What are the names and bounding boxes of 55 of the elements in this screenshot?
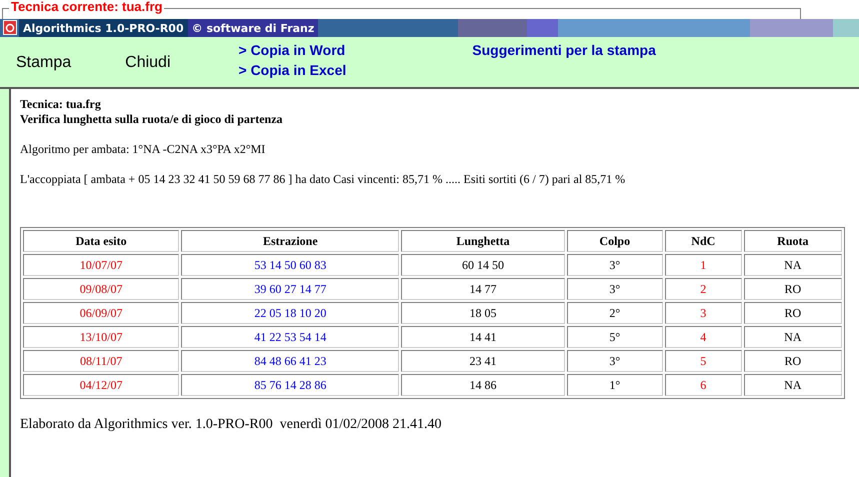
algorithm-text: Algoritmo per ambata: 1°NA -C2NA x3°PA x2°MI [20, 142, 266, 157]
copy-link[interactable]: > Copia in Excel [238, 61, 346, 79]
table-cell: 3° [566, 350, 663, 372]
report-heading: Tecnica: tua.frg [20, 97, 102, 112]
frame-legend: Tecnica corrente: tua.frg [9, 0, 164, 15]
credit-text: © software di Franz [188, 19, 318, 37]
table-cell: 2° [566, 302, 663, 324]
app-title: Algorithmics 1.0-PRO-R00 [19, 19, 188, 37]
column-header: NdC [664, 230, 742, 252]
column-header: Data esito [23, 230, 180, 252]
footer-text: Elaborato da Algorithmics ver. 1.0-PRO-R00 venerdì 01/02/2008 21.41.40 [20, 417, 443, 433]
report-heading: Verifica lunghetta sulla ruota/e di gioco di partenza [20, 112, 284, 127]
table-cell: NA [744, 326, 842, 348]
table-cell: 4 [664, 326, 742, 348]
table-cell: 14 86 [401, 374, 565, 396]
table-cell: 14 77 [401, 278, 565, 300]
table-cell: 18 05 [401, 302, 565, 324]
table-cell: 14 41 [401, 326, 565, 348]
table-cell: 13/10/07 [23, 326, 180, 348]
summary-text: L'accoppiata [ ambata + 05 14 23 32 41 50 59 68 77 86 ] ha dato Casi vincenti: 85,71 % ..... Esiti sortiti (6 / 7) pari al 85,71 % [20, 172, 626, 187]
table-cell: 3° [566, 254, 663, 276]
table-cell: 3 [664, 302, 742, 324]
table-cell: 41 22 53 54 14 [181, 326, 400, 348]
table-cell: 84 48 66 41 23 [181, 350, 400, 372]
column-header: Estrazione [181, 230, 400, 252]
close-button[interactable]: Chiudi [125, 53, 170, 73]
table-cell: 09/08/07 [23, 278, 180, 300]
table-cell: RO [744, 302, 842, 324]
table-cell: NA [744, 254, 842, 276]
table-cell: 1° [566, 374, 663, 396]
table-cell: 06/09/07 [23, 302, 180, 324]
print-tips-link[interactable]: Suggerimenti per la stampa [472, 41, 656, 59]
table-cell: 6 [664, 374, 742, 396]
table-cell: 10/07/07 [23, 254, 180, 276]
table-cell: 3° [566, 278, 663, 300]
table-cell: 39 60 27 14 77 [181, 278, 400, 300]
table-cell: RO [744, 350, 842, 372]
table-cell: 5 [664, 350, 742, 372]
table-cell: 04/12/07 [23, 374, 180, 396]
column-header: Ruota [744, 230, 842, 252]
table-cell: 23 41 [401, 350, 565, 372]
table-cell: 22 05 18 10 20 [181, 302, 400, 324]
column-header: Colpo [566, 230, 663, 252]
table-cell: 85 76 14 28 86 [181, 374, 400, 396]
table-cell: NA [744, 374, 842, 396]
table-cell: 2 [664, 278, 742, 300]
table-cell: RO [744, 278, 842, 300]
table-cell: 5° [566, 326, 663, 348]
column-header: Lunghetta [401, 230, 565, 252]
table-cell: 1 [664, 254, 742, 276]
table-cell: 08/11/07 [23, 350, 180, 372]
copy-link[interactable]: > Copia in Word [238, 41, 346, 59]
table-cell: 60 14 50 [401, 254, 565, 276]
print-button[interactable]: Stampa [16, 53, 72, 73]
table-cell: 53 14 50 60 83 [181, 254, 400, 276]
